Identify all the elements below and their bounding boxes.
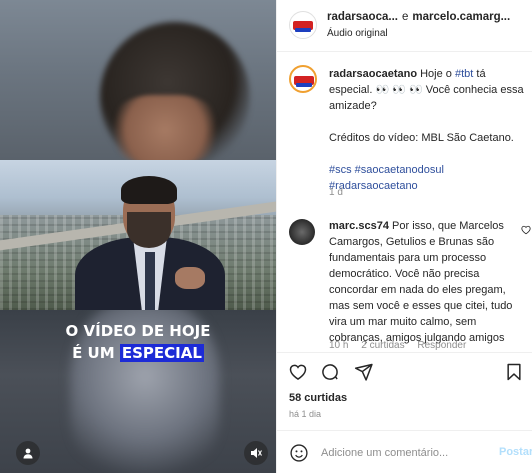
- video-frame-middle: [0, 160, 276, 310]
- caption-part-a: Hoje o: [420, 68, 452, 80]
- comment-likes[interactable]: 2 curtidas: [361, 340, 404, 351]
- bookmark-icon[interactable]: [503, 361, 525, 383]
- comment-time: 10 h: [329, 340, 349, 351]
- tie: [145, 252, 155, 310]
- mute-icon[interactable]: [244, 441, 268, 465]
- emoji-icon[interactable]: [289, 443, 309, 463]
- comment-like-icon[interactable]: [521, 225, 531, 238]
- user-icon[interactable]: [16, 441, 40, 465]
- post-header: radarsaoca... e marcelo.camarg... Áudio or…: [277, 0, 532, 52]
- speaker: [75, 172, 225, 310]
- likes-count[interactable]: 58 curtidas: [289, 392, 347, 404]
- post-date: há 1 dia: [289, 409, 322, 419]
- account-separator: e: [401, 11, 409, 23]
- action-bar: [277, 352, 532, 388]
- avatar[interactable]: [289, 219, 315, 245]
- account-link-2[interactable]: marcelo.camarg...: [412, 11, 510, 23]
- avatar[interactable]: [289, 65, 317, 93]
- post-time: 1 d: [329, 187, 343, 198]
- logo-mark-2: [296, 83, 312, 87]
- reply-button[interactable]: Responder: [417, 340, 466, 351]
- hashtag-link[interactable]: #tbt: [455, 68, 473, 80]
- comment-composer: Postar: [277, 430, 532, 473]
- comment-icon[interactable]: [319, 361, 341, 383]
- account-link-1[interactable]: radarsaoca...: [327, 11, 398, 23]
- beard: [127, 212, 171, 248]
- comments-scroll[interactable]: radarsaocaetano Hoje o #tbt tá especial.…: [277, 53, 532, 351]
- reel-video[interactable]: O VÍDEO DE HOJE É UM ESPECIAL: [0, 0, 276, 473]
- comment-input[interactable]: [321, 443, 481, 463]
- blurred-face: [110, 95, 220, 165]
- post-panel: radarsaoca... e marcelo.camarg... Áudio or…: [276, 0, 532, 473]
- hashtag-link[interactable]: #radarsaocaetano: [329, 178, 527, 194]
- hashtag-link[interactable]: #scs #saocaetanodosul: [329, 162, 527, 178]
- caption-text: radarsaocaetano Hoje o #tbt tá especial.…: [329, 66, 527, 194]
- post-button[interactable]: Postar: [499, 446, 532, 458]
- like-icon[interactable]: [287, 361, 309, 383]
- comment-meta: 10 h 2 curtidas Responder: [329, 340, 476, 351]
- caption-line-2-prefix: É UM: [72, 344, 120, 362]
- avatar[interactable]: [289, 11, 317, 39]
- comment-username[interactable]: marc.scs74: [329, 220, 389, 232]
- caption-line-1: O VÍDEO DE HOJE: [65, 322, 211, 340]
- author-names: radarsaoca... e marcelo.camarg...: [327, 11, 510, 23]
- video-frame-top: [0, 0, 276, 172]
- comment-text: marc.scs74 Por isso, que Marcelos Camarg…: [329, 218, 517, 346]
- post-username[interactable]: radarsaocaetano: [329, 68, 417, 80]
- video-caption: O VÍDEO DE HOJE É UM ESPECIAL: [0, 320, 276, 364]
- share-icon[interactable]: [353, 361, 375, 383]
- comment-body: Por isso, que Marcelos Camargos, Getulio…: [329, 220, 513, 344]
- hand: [175, 267, 205, 289]
- caption-highlight: ESPECIAL: [119, 344, 204, 362]
- logo-mark-2: [295, 28, 311, 32]
- caption-line-2: É UM ESPECIAL: [0, 342, 276, 364]
- caption-credits: Créditos do vídeo: MBL São Caetano.: [329, 132, 514, 144]
- audio-link[interactable]: Áudio original: [327, 28, 388, 39]
- hair: [121, 176, 177, 204]
